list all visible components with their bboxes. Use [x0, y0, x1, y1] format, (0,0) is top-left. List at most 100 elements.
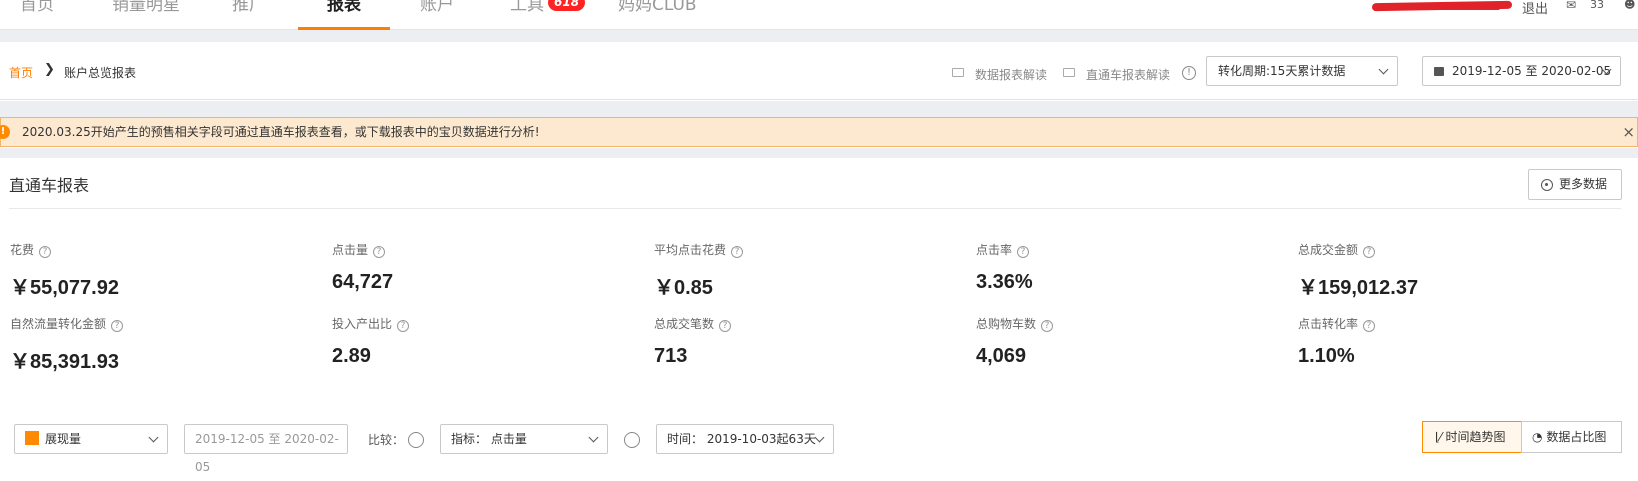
- time-select-value: 时间： 2019-10-03起63天: [667, 432, 816, 446]
- chevron-down-icon: [814, 432, 825, 443]
- more-data-label: 更多数据: [1559, 177, 1608, 191]
- metric-select-value: 展现量: [45, 432, 82, 446]
- more-data-button[interactable]: 更多数据: [1528, 169, 1622, 200]
- metric-value: 4,069: [976, 345, 1027, 367]
- breadcrumb-current: 账户总览报表: [64, 66, 137, 80]
- nav-item-mama-club[interactable]: 妈妈CLUB: [618, 0, 697, 30]
- nav-item-tools[interactable]: 工具: [510, 0, 544, 30]
- help-icon[interactable]: ?: [39, 246, 52, 258]
- gear-icon: [1541, 179, 1553, 191]
- indicator-select[interactable]: 指标： 点击量: [440, 424, 608, 454]
- help-icon[interactable]: ?: [1363, 246, 1376, 258]
- time-trend-label: 时间趋势图: [1445, 430, 1506, 444]
- chevron-down-icon: [148, 432, 159, 443]
- redacted-username-stroke: [1390, 6, 1500, 10]
- divider: [9, 208, 1621, 209]
- metric-avg-cpc: 平均点击花费? ￥0.85: [654, 242, 954, 300]
- help-icon[interactable]: ?: [1363, 320, 1376, 332]
- calendar-icon: [1434, 67, 1444, 76]
- help-icon[interactable]: ?: [1041, 320, 1054, 332]
- help-icon[interactable]: ?: [731, 246, 744, 258]
- notice-text: 2020.03.25开始产生的预售相关字段可通过直通车报表查看，或下载报表中的宝…: [22, 125, 540, 139]
- top-nav: 首页 销量明星 推广 报表 账户 工具 618 妈妈CLUB 退出 ✉ 33 ☻: [0, 0, 1638, 30]
- metric-cart-adds: 总购物车数? 4,069: [976, 316, 1276, 368]
- spacer: [0, 101, 1638, 117]
- metric-value: ￥85,391.93: [10, 351, 119, 373]
- metric-clicks: 点击量? 64,727: [332, 242, 632, 294]
- metric-value: 3.36%: [976, 271, 1033, 293]
- metric-orders: 总成交笔数? 713: [654, 316, 954, 368]
- metric-label: 花费: [10, 243, 35, 257]
- metric-value: ￥0.85: [654, 277, 713, 299]
- conversion-period-select[interactable]: 转化周期:15天累计数据: [1206, 56, 1398, 86]
- compare-time-radio[interactable]: [624, 432, 640, 448]
- nav-item-account[interactable]: 账户: [420, 0, 454, 30]
- metric-label: 总成交笔数: [654, 317, 715, 331]
- metric-cost: 花费? ￥55,077.92: [10, 242, 310, 300]
- indicator-select-value: 指标： 点击量: [451, 432, 527, 446]
- breadcrumb-home[interactable]: 首页: [9, 64, 33, 81]
- metric-ctr: 点击率? 3.36%: [976, 242, 1276, 294]
- ztc-report-panel: 直通车报表 更多数据 花费? ￥55,077.92 点击量? 64,727 平均…: [0, 158, 1638, 474]
- date-range-picker[interactable]: 2019-12-05 至 2020-02-05: [1422, 56, 1621, 86]
- spacer: [0, 30, 1638, 42]
- close-icon[interactable]: ×: [1622, 118, 1635, 146]
- message-count: 33: [1590, 0, 1604, 11]
- line-chart-icon: ⌊⁄: [1435, 430, 1442, 444]
- panel-title: 直通车报表: [9, 176, 90, 195]
- metric-value: ￥159,012.37: [1298, 277, 1419, 299]
- metric-natural-traffic-gmv: 自然流量转化金额? ￥85,391.93: [10, 316, 310, 374]
- series-color-swatch: [25, 431, 39, 445]
- metric-value: 1.10%: [1298, 345, 1355, 367]
- metric-label: 总购物车数: [976, 317, 1037, 331]
- metric-roi: 投入产出比? 2.89: [332, 316, 632, 368]
- metric-label: 投入产出比: [332, 317, 393, 331]
- data-report-guide-link[interactable]: 数据报表解读: [975, 66, 1047, 83]
- data-share-label: 数据占比图: [1546, 430, 1607, 444]
- video-icon: [952, 68, 964, 77]
- chevron-down-icon: [1378, 64, 1389, 75]
- video-icon: [1063, 68, 1075, 77]
- nav-item-promotion[interactable]: 推广: [232, 0, 266, 30]
- metric-value: 2.89: [332, 345, 371, 367]
- metric-label: 点击量: [332, 243, 369, 257]
- help-icon[interactable]: ?: [111, 320, 124, 332]
- help-icon[interactable]: ?: [373, 246, 386, 258]
- ztc-report-guide-link[interactable]: 直通车报表解读: [1086, 66, 1170, 83]
- metric-value: 64,727: [332, 271, 394, 293]
- spacer: [0, 148, 1638, 158]
- nav-item-sales-star[interactable]: 销量明星: [112, 0, 180, 30]
- nav-item-reports[interactable]: 报表: [327, 0, 361, 30]
- metric-label: 点击率: [976, 243, 1013, 257]
- user-icon[interactable]: ☻: [1624, 0, 1635, 11]
- date-range-input[interactable]: 2019-12-05 至 2020-02-05: [184, 424, 348, 474]
- metric-value: 713: [654, 345, 688, 367]
- chevron-right-icon: ❯: [44, 62, 55, 77]
- time-select[interactable]: 时间： 2019-10-03起63天: [656, 424, 834, 454]
- mail-icon[interactable]: ✉: [1566, 0, 1576, 12]
- metric-select[interactable]: 展现量: [14, 424, 168, 454]
- metric-total-gmv: 总成交金额? ￥159,012.37: [1298, 242, 1598, 300]
- help-icon[interactable]: ?: [719, 320, 732, 332]
- nav-item-home[interactable]: 首页: [20, 0, 54, 30]
- date-range-value: 2019-12-05 至 2020-02-05: [1452, 64, 1612, 78]
- compare-label: 比较：: [368, 433, 405, 447]
- logout-link[interactable]: 退出: [1522, 0, 1548, 17]
- conversion-period-value: 转化周期:15天累计数据: [1218, 64, 1346, 78]
- metric-click-conversion: 点击转化率? 1.10%: [1298, 316, 1598, 368]
- metric-label: 自然流量转化金额: [10, 317, 107, 331]
- compare-metric-radio[interactable]: [408, 432, 424, 448]
- pie-chart-icon: ◔: [1532, 430, 1543, 444]
- time-trend-view-button[interactable]: ⌊⁄ 时间趋势图: [1422, 421, 1522, 453]
- data-share-view-button[interactable]: ◔ 数据占比图: [1521, 421, 1622, 453]
- date-range-input-value: 2019-12-05 至 2020-02-05: [195, 432, 339, 474]
- tools-badge: 618: [548, 0, 586, 11]
- info-icon[interactable]: !: [1182, 66, 1196, 80]
- help-icon[interactable]: ?: [397, 320, 410, 332]
- metric-label: 点击转化率: [1298, 317, 1359, 331]
- metric-label: 总成交金额: [1298, 243, 1359, 257]
- metric-label: 平均点击花费: [654, 243, 727, 257]
- warning-icon: !: [0, 125, 10, 139]
- help-icon[interactable]: ?: [1017, 246, 1030, 258]
- chevron-down-icon: [588, 432, 599, 443]
